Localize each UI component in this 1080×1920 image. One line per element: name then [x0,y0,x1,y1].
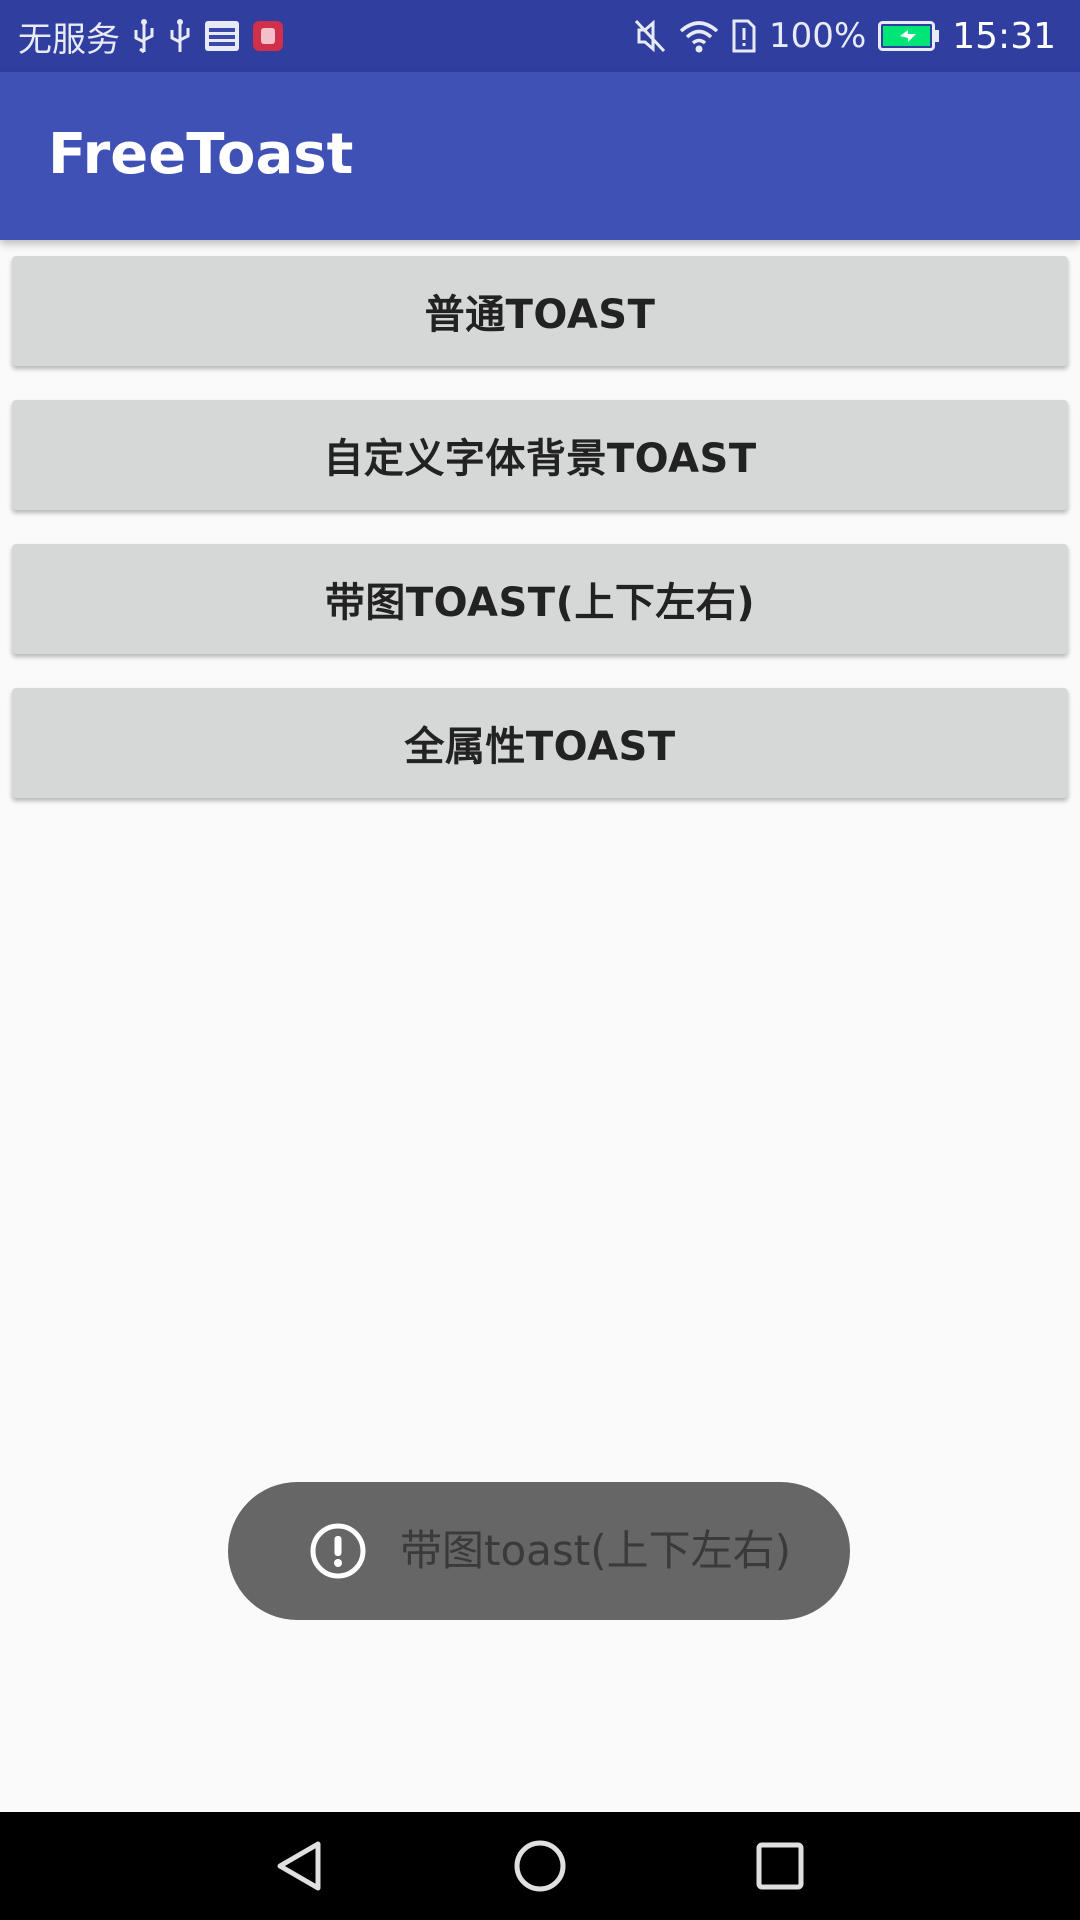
usb-icon [170,19,190,52]
image-toast-button[interactable]: 带图TOAST(上下左右) [12,544,1068,654]
recents-icon[interactable] [748,1834,812,1898]
battery-charging-icon [878,21,940,51]
full-attributes-toast-button[interactable]: 全属性TOAST [12,688,1068,798]
carrier-text: 无服务 [18,19,120,60]
battery-percent: 100% [769,16,867,56]
navigation-bar [0,1812,1080,1920]
wifi-icon [679,21,719,53]
toast: 带图toast(上下左右) [228,1482,850,1620]
clock: 15:31 [952,15,1056,57]
app-title: FreeToast [48,122,354,187]
mute-icon [634,19,666,53]
toast-message: 带图toast(上下左右) [400,1526,792,1575]
back-icon[interactable] [268,1834,332,1898]
sim-alert-icon [732,19,756,53]
toutiao-app-icon [205,21,239,51]
exclamation-circle-icon [310,1523,366,1579]
usb-icon [134,19,154,54]
app-notification-icon [253,21,283,51]
status-right: 100% 15:31 [633,0,1056,72]
custom-font-background-toast-button[interactable]: 自定义字体背景TOAST [12,400,1068,510]
status-bar: 无服务 100% 15:31 [0,0,1080,72]
home-icon[interactable] [508,1834,572,1898]
status-left: 无服务 [18,0,284,72]
normal-toast-button[interactable]: 普通TOAST [12,256,1068,366]
app-bar: FreeToast [0,72,1080,240]
